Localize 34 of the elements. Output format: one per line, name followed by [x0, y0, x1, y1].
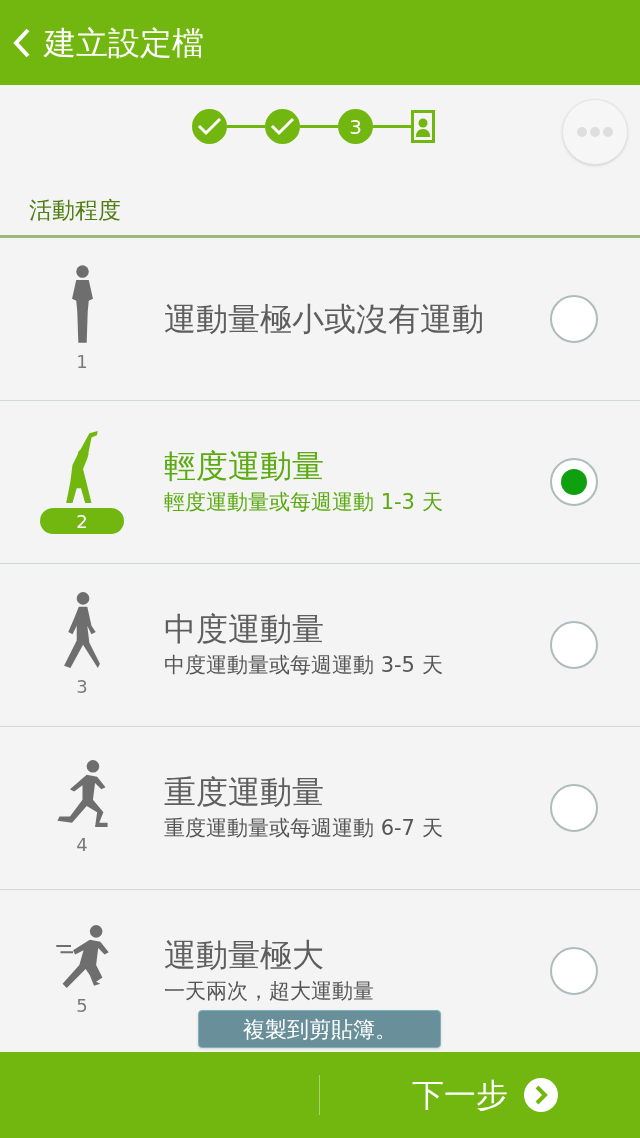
level-description: 重度運動量或每週運動 6-7 天: [164, 815, 444, 843]
back-icon: [12, 26, 32, 59]
radio-button[interactable]: [550, 621, 598, 669]
section-title: 活動程度: [29, 196, 121, 225]
level-number: 1: [76, 349, 88, 374]
more-icon: [577, 127, 613, 137]
level-title: 重度運動量: [164, 772, 325, 814]
radio-button[interactable]: [550, 295, 598, 343]
level-number: 4: [76, 833, 88, 857]
level-title: 中度運動量: [164, 609, 325, 651]
chevron-right-icon: [524, 1078, 558, 1112]
level-description: 一天兩次，超大運動量: [164, 978, 375, 1006]
activity-level-option[interactable]: 1 運動量極小或沒有運動: [0, 238, 640, 401]
toast: 複製到剪貼簿。: [198, 1010, 441, 1048]
level-title: 輕度運動量: [164, 446, 325, 488]
more-button[interactable]: [562, 99, 628, 165]
radio-button[interactable]: [550, 784, 598, 832]
level-number: 5: [76, 994, 88, 1018]
sprinting-person-icon: [54, 923, 110, 989]
step-number: 3: [338, 109, 373, 144]
activity-level-option[interactable]: 4 重度運動量 重度運動量或每週運動 6-7 天: [0, 727, 640, 890]
activity-level-option[interactable]: 3 中度運動量 中度運動量或每週運動 3-5 天: [0, 564, 640, 727]
radio-button[interactable]: [550, 458, 598, 506]
level-title: 運動量極大: [164, 935, 325, 977]
level-description: 輕度運動量或每週運動 1-3 天: [164, 489, 444, 517]
standing-person-icon: [70, 264, 94, 344]
running-person-icon: [55, 758, 109, 828]
walking-person-icon: [63, 591, 101, 669]
level-title: 運動量極小或沒有運動: [164, 299, 485, 340]
level-number: 3: [76, 674, 88, 699]
level-number: 2: [40, 508, 124, 534]
stretching-person-icon: [65, 430, 99, 504]
level-description: 中度運動量或每週運動 3-5 天: [164, 652, 444, 680]
radio-button[interactable]: [550, 947, 598, 995]
